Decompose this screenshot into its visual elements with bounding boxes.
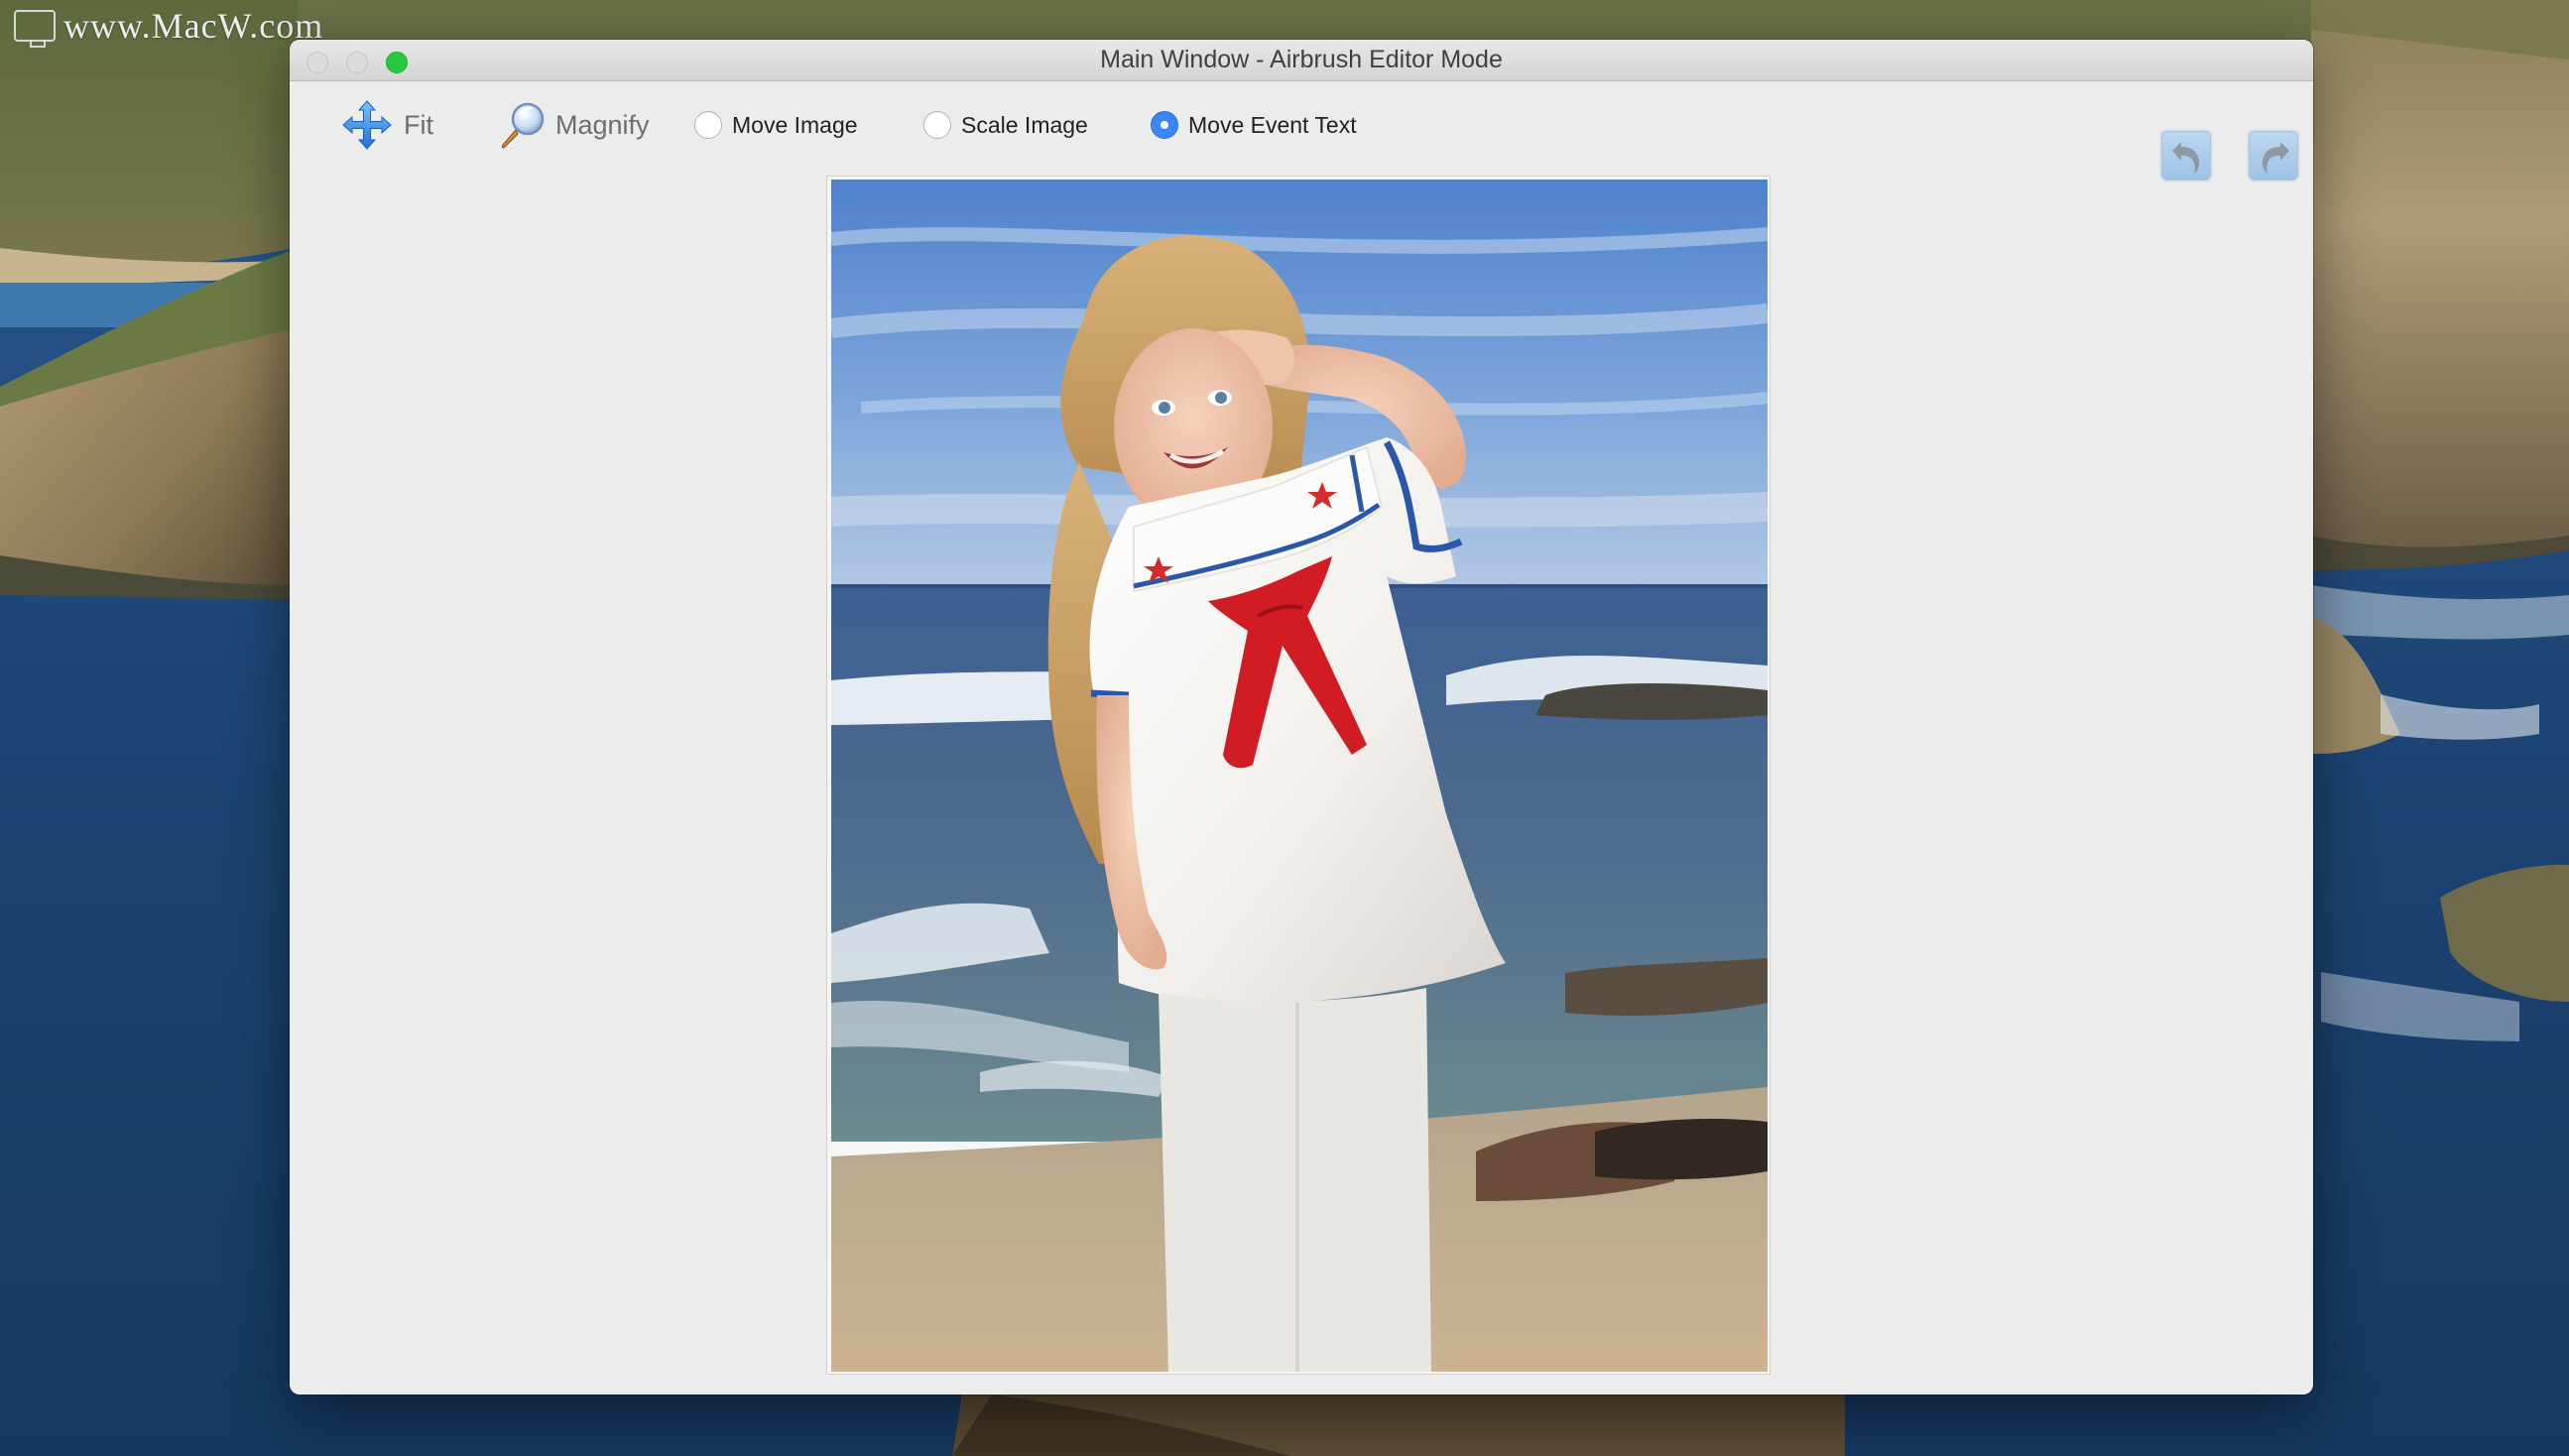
magnify-label: Magnify [555,109,650,140]
image-canvas[interactable] [826,176,1771,1375]
watermark: www.MacW.com [14,6,324,48]
fit-label: Fit [404,109,433,140]
move-event-text-option[interactable]: Move Event Text [1151,109,1357,141]
monitor-icon [14,10,56,48]
event-photo[interactable] [831,180,1768,1372]
fit-button[interactable]: Fit [342,99,433,151]
undo-button[interactable] [2161,131,2211,181]
scale-image-radio[interactable] [923,111,951,139]
scale-image-option[interactable]: Scale Image [923,109,1088,141]
redo-arrow-icon [2262,142,2289,174]
window-title: Main Window - Airbrush Editor Mode [1100,46,1503,73]
toolbar: Fit Magnify Move Image Scale Image Move … [290,81,2313,181]
move-image-radio[interactable] [694,111,722,139]
move-image-label: Move Image [732,111,858,138]
photo-beach-portrait [831,180,1768,1372]
magnifying-glass-icon [501,102,545,149]
move-image-option[interactable]: Move Image [694,109,858,141]
move-event-text-label: Move Event Text [1188,111,1357,138]
magnify-button[interactable]: Magnify [498,99,650,151]
undo-arrow-icon [2172,142,2200,174]
watermark-text: www.MacW.com [63,6,324,46]
move-event-text-radio[interactable] [1151,111,1178,139]
four-way-arrows-icon [342,100,392,150]
main-window: Main Window - Airbrush Editor Mode Fit M… [290,40,2313,1395]
scale-image-label: Scale Image [961,111,1088,138]
title-bar[interactable]: Main Window - Airbrush Editor Mode [290,40,2313,81]
redo-button[interactable] [2249,131,2298,181]
